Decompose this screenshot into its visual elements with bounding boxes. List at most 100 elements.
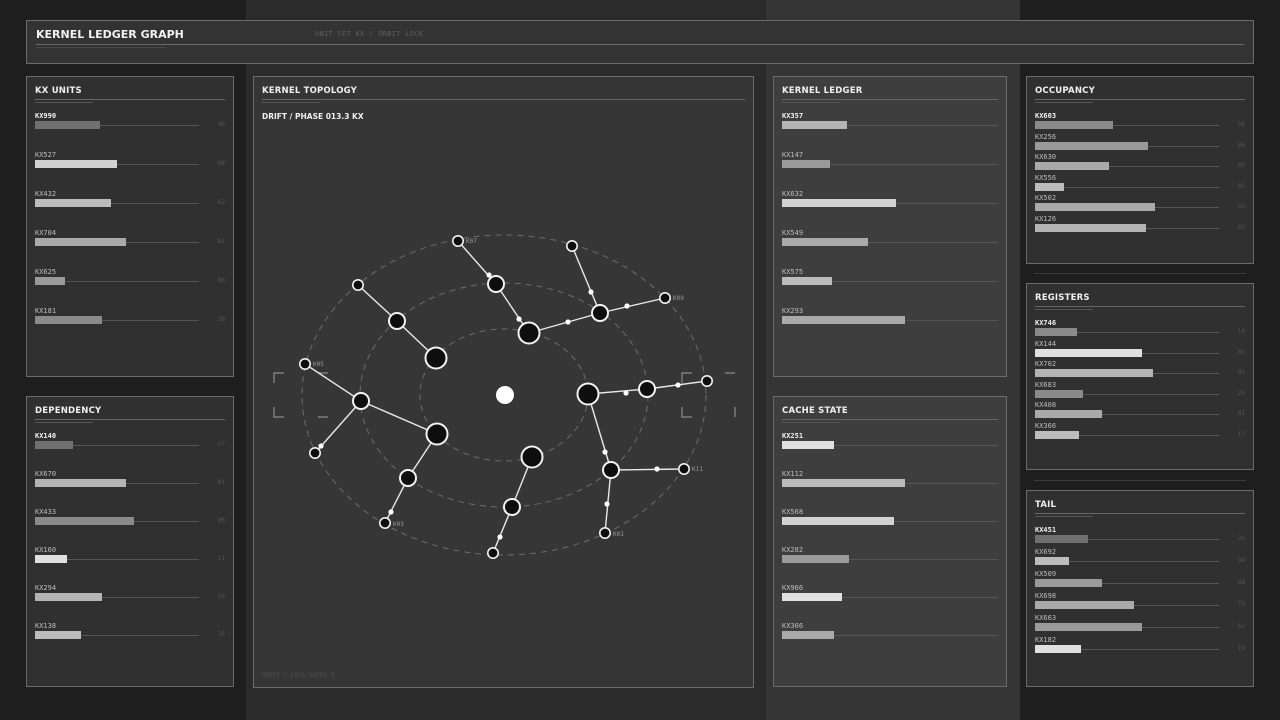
metric-track bbox=[1069, 561, 1219, 562]
metric-row: KX366 17 bbox=[1035, 422, 1245, 439]
metric-row: KX293 bbox=[782, 307, 998, 324]
divider bbox=[1034, 273, 1246, 274]
kernel-node bbox=[638, 380, 656, 398]
metric-label: KX182 bbox=[1035, 636, 1057, 644]
divider bbox=[1034, 480, 1246, 481]
metric-row: KX357 bbox=[782, 112, 998, 129]
metric-row: KX294 58 bbox=[35, 584, 225, 601]
title-rule bbox=[782, 99, 998, 100]
kernel-node bbox=[503, 498, 521, 516]
metric-label: KX966 bbox=[782, 584, 804, 592]
metric-row: KX603 56 bbox=[1035, 112, 1245, 129]
lock-bracket-left bbox=[273, 372, 328, 418]
metric-value: 62 bbox=[217, 199, 225, 206]
edge bbox=[360, 400, 438, 435]
metric-bar bbox=[1035, 601, 1134, 609]
metric-row: KX181 38 bbox=[35, 307, 225, 324]
title-rule-accent bbox=[1035, 516, 1093, 517]
metric-value: 94 bbox=[1237, 557, 1245, 564]
metric-label: KX568 bbox=[782, 508, 804, 516]
metric-bar bbox=[35, 316, 102, 324]
header-rule-accent bbox=[36, 47, 166, 48]
metric-bar bbox=[782, 277, 832, 285]
metric-row: KX182 19 bbox=[1035, 636, 1245, 653]
metric-track bbox=[100, 125, 199, 126]
cache-state-panel: CACHE STATE KX251 KX112 KX568 KX282 KX966 KX3… bbox=[773, 396, 1007, 687]
metric-bar bbox=[782, 160, 830, 168]
metric-value: 11 bbox=[217, 555, 225, 562]
metric-label: KX451 bbox=[1035, 526, 1057, 534]
metric-row: KX575 bbox=[782, 268, 998, 285]
metric-label: KX575 bbox=[782, 268, 804, 276]
metric-row: KX502 55 bbox=[1035, 194, 1245, 211]
junction-dot bbox=[654, 466, 660, 472]
metric-value: 14 bbox=[1237, 328, 1245, 335]
metric-value: 19 bbox=[1237, 645, 1245, 652]
metric-row: KX625 86 bbox=[35, 268, 225, 285]
metric-bar bbox=[782, 479, 905, 487]
metric-track bbox=[1064, 186, 1219, 188]
metric-row: KX670 81 bbox=[35, 470, 225, 487]
metric-bar bbox=[35, 441, 73, 449]
metric-label: KX357 bbox=[782, 112, 804, 120]
metric-row: KX112 bbox=[782, 470, 998, 487]
metric-label: KX630 bbox=[1035, 153, 1057, 161]
kernel-node-large bbox=[517, 321, 541, 345]
metric-row: KX408 41 bbox=[1035, 401, 1245, 418]
leaf-node-k07 bbox=[452, 235, 465, 248]
junction-dot bbox=[516, 316, 522, 322]
metric-row: KX692 94 bbox=[1035, 548, 1245, 565]
page-subtitle: UNIT SET KX / ORBIT LOCK bbox=[315, 30, 424, 38]
metric-label: KX140 bbox=[35, 432, 57, 440]
metric-label: KX746 bbox=[1035, 319, 1057, 327]
metric-track bbox=[1153, 373, 1219, 374]
metric-label: KX366 bbox=[782, 622, 804, 630]
metric-track bbox=[834, 635, 998, 636]
metric-label: KX698 bbox=[1035, 592, 1057, 600]
kernel-ledger-panel: KERNEL LEDGER KX357 KX147 KX632 KX549 KX575 K… bbox=[773, 76, 1007, 377]
metric-bar bbox=[35, 631, 81, 639]
metric-row: KX632 bbox=[782, 190, 998, 207]
metric-bar bbox=[1035, 223, 1146, 232]
metric-value: 65 bbox=[1237, 223, 1245, 231]
metric-value: 25 bbox=[217, 631, 225, 638]
metric-bar bbox=[782, 441, 834, 449]
tail-panel: TAIL KX451 26 KX692 94 KX509 48 KX698 73 KX663 62… bbox=[1026, 490, 1254, 687]
metric-track bbox=[65, 281, 199, 282]
metric-label: KX692 bbox=[1035, 548, 1057, 556]
metric-track bbox=[896, 203, 998, 204]
kernel-node bbox=[591, 304, 609, 322]
kernel-core-node bbox=[496, 386, 514, 404]
metric-bar bbox=[35, 517, 134, 525]
metric-track bbox=[126, 242, 199, 243]
kx-units-panel: KX UNITS KX990 48 KX527 88 KX432 62 KX704 81 KX6… bbox=[26, 76, 234, 377]
metric-label: KX432 bbox=[35, 190, 57, 198]
metric-row: KX251 bbox=[782, 432, 998, 449]
kernel-node bbox=[352, 392, 370, 410]
metric-bar bbox=[35, 277, 65, 285]
metric-row: KX549 bbox=[782, 229, 998, 246]
dependency-panel: DEPENDENCY KX140 57 KX670 81 KX433 96 KX160 11 K… bbox=[26, 396, 234, 687]
metric-label: KX181 bbox=[35, 307, 57, 315]
metric-label: KX138 bbox=[35, 622, 57, 630]
metric-track bbox=[1148, 145, 1219, 147]
metric-track bbox=[1079, 434, 1219, 436]
title-rule bbox=[35, 419, 225, 420]
edge bbox=[587, 393, 612, 471]
metric-value: 41 bbox=[1237, 410, 1245, 417]
title-rule bbox=[1035, 306, 1245, 307]
metric-label: KX433 bbox=[35, 508, 57, 516]
metric-value: 58 bbox=[217, 593, 225, 600]
metric-value: 26 bbox=[1237, 535, 1245, 542]
node-tag-k09: K09 bbox=[673, 295, 684, 302]
registers-panel: REGISTERS KX746 14 KX144 85 KX702 92 KX683 25 KX… bbox=[1026, 283, 1254, 470]
metric-track bbox=[1155, 207, 1219, 208]
metric-label: KX702 bbox=[1035, 360, 1057, 368]
node-tag-k03: K03 bbox=[393, 521, 404, 528]
metric-value: 57 bbox=[217, 441, 225, 448]
metric-track bbox=[1109, 166, 1219, 167]
metric-bar bbox=[1035, 623, 1142, 631]
metric-bar bbox=[1035, 203, 1155, 211]
metric-value: 62 bbox=[1237, 623, 1245, 630]
metric-bar bbox=[1035, 141, 1148, 150]
